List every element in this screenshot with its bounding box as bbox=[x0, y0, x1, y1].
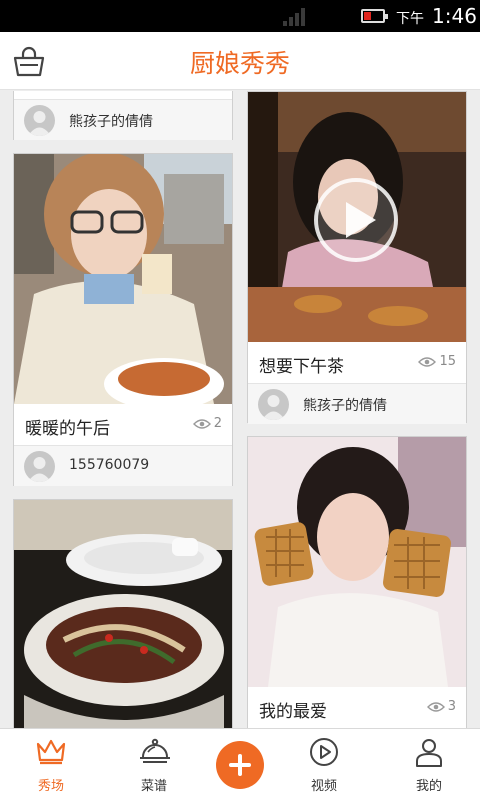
post-card[interactable] bbox=[13, 499, 233, 728]
post-user[interactable]: 熊孩子的倩倩 bbox=[14, 100, 232, 140]
post-caption: 暖暖的午后 2 bbox=[14, 404, 232, 446]
eye-icon bbox=[192, 419, 211, 429]
post-card[interactable]: 熊孩子的倩倩 bbox=[13, 91, 233, 140]
avatar bbox=[24, 451, 55, 482]
post-user[interactable]: 155760079 bbox=[14, 446, 232, 486]
nav-label: 菜谱 bbox=[140, 779, 167, 794]
battery-icon bbox=[361, 9, 388, 23]
eye-icon bbox=[418, 357, 437, 367]
signal-icon bbox=[283, 8, 307, 26]
username: 熊孩子的倩倩 bbox=[303, 398, 387, 414]
title-bar: 厨娘秀秀 bbox=[0, 32, 480, 90]
add-post-button[interactable] bbox=[216, 741, 264, 789]
post-caption: 我的最爱 3 bbox=[248, 687, 466, 728]
nav-label: 我的 bbox=[415, 779, 442, 794]
post-card[interactable]: 想要下午茶 15 熊孩子的倩倩 bbox=[247, 91, 467, 424]
post-photo[interactable] bbox=[14, 500, 232, 728]
page-title: 厨娘秀秀 bbox=[189, 49, 290, 78]
nav-recipes[interactable]: 菜谱 bbox=[106, 729, 202, 800]
play-icon[interactable] bbox=[312, 176, 400, 264]
avatar bbox=[258, 389, 289, 420]
status-bar: 下午 1:46 bbox=[0, 0, 480, 32]
food-cloche-icon bbox=[140, 738, 170, 763]
view-count: 15 bbox=[418, 354, 456, 369]
play-circle-icon bbox=[310, 738, 338, 766]
username: 155760079 bbox=[69, 457, 150, 473]
bottom-nav: 秀场 菜谱 视频 我的 bbox=[0, 728, 480, 800]
photo-girl-with-cup bbox=[14, 154, 232, 404]
status-period: 下午 bbox=[396, 11, 424, 27]
view-count: 2 bbox=[192, 416, 222, 431]
status-time: 1:46 bbox=[432, 4, 477, 28]
photo-girl-waffles bbox=[248, 437, 466, 687]
feed[interactable]: 熊孩子的倩倩 暖暖的午后 2 155760079 想要下午茶 15 熊孩子的倩倩… bbox=[0, 91, 480, 728]
post-title: 我的最爱 bbox=[259, 702, 327, 722]
nav-profile[interactable]: 我的 bbox=[381, 729, 477, 800]
nav-label: 视频 bbox=[310, 779, 337, 794]
photo-pot-dish bbox=[14, 500, 232, 728]
view-count: 3 bbox=[426, 699, 456, 714]
nav-label: 秀场 bbox=[37, 779, 64, 794]
nav-videos[interactable]: 视频 bbox=[276, 729, 372, 800]
eye-icon bbox=[426, 702, 445, 712]
post-card[interactable]: 我的最爱 3 bbox=[247, 436, 467, 728]
crown-icon bbox=[36, 739, 66, 765]
person-icon bbox=[416, 739, 442, 767]
post-caption: 想要下午茶 15 bbox=[248, 342, 466, 384]
post-photo[interactable] bbox=[14, 154, 232, 404]
post-title: 想要下午茶 bbox=[259, 357, 344, 377]
username: 熊孩子的倩倩 bbox=[69, 114, 153, 130]
post-card[interactable]: 暖暖的午后 2 155760079 bbox=[13, 153, 233, 486]
post-photo[interactable] bbox=[248, 437, 466, 687]
post-title: 暖暖的午后 bbox=[25, 419, 110, 439]
avatar bbox=[24, 105, 55, 136]
post-user[interactable]: 熊孩子的倩倩 bbox=[248, 384, 466, 424]
post-photo[interactable] bbox=[248, 92, 466, 342]
nav-showcase[interactable]: 秀场 bbox=[3, 729, 99, 800]
